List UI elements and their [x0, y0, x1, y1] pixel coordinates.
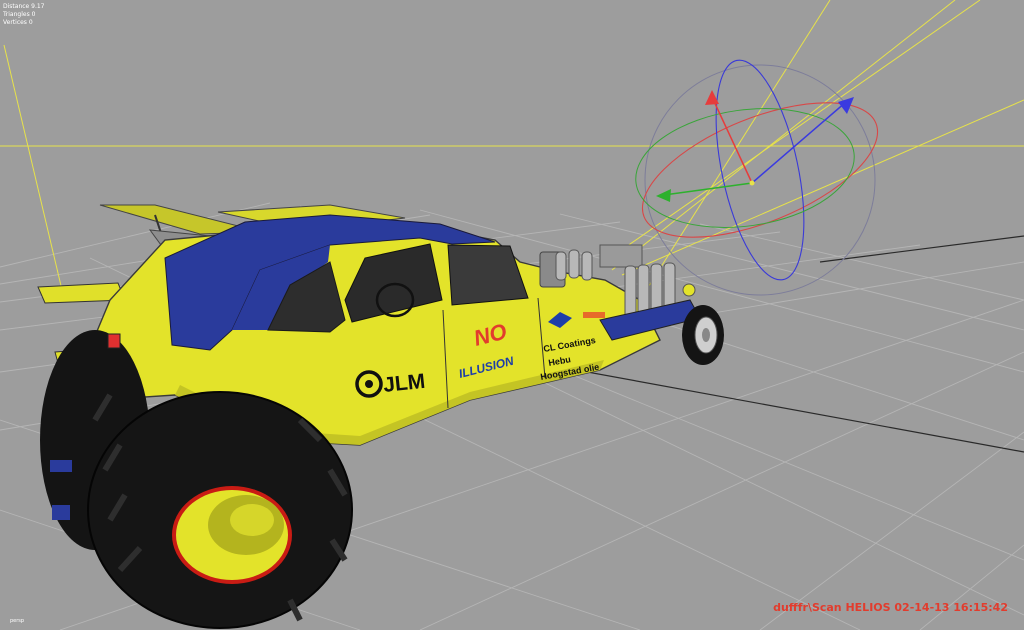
stat-triangles: Triangles 0	[3, 11, 36, 18]
stat-distance: Distance 9.17	[3, 3, 45, 10]
viewport-stats: Distance 9.17 Triangles 0 Vertices 0	[3, 3, 45, 27]
decal-jlm: JLM	[382, 370, 426, 397]
3d-viewport[interactable]: JLM NO ILLUSION CL Coatings Hebu Hoogsta…	[0, 0, 1024, 630]
stat-vertices: Vertices 0	[3, 19, 33, 26]
watermark-text: dufffr\Scan HELIOS 02-14-13 16:15:42	[773, 601, 1008, 614]
camera-label: persp	[10, 618, 25, 624]
